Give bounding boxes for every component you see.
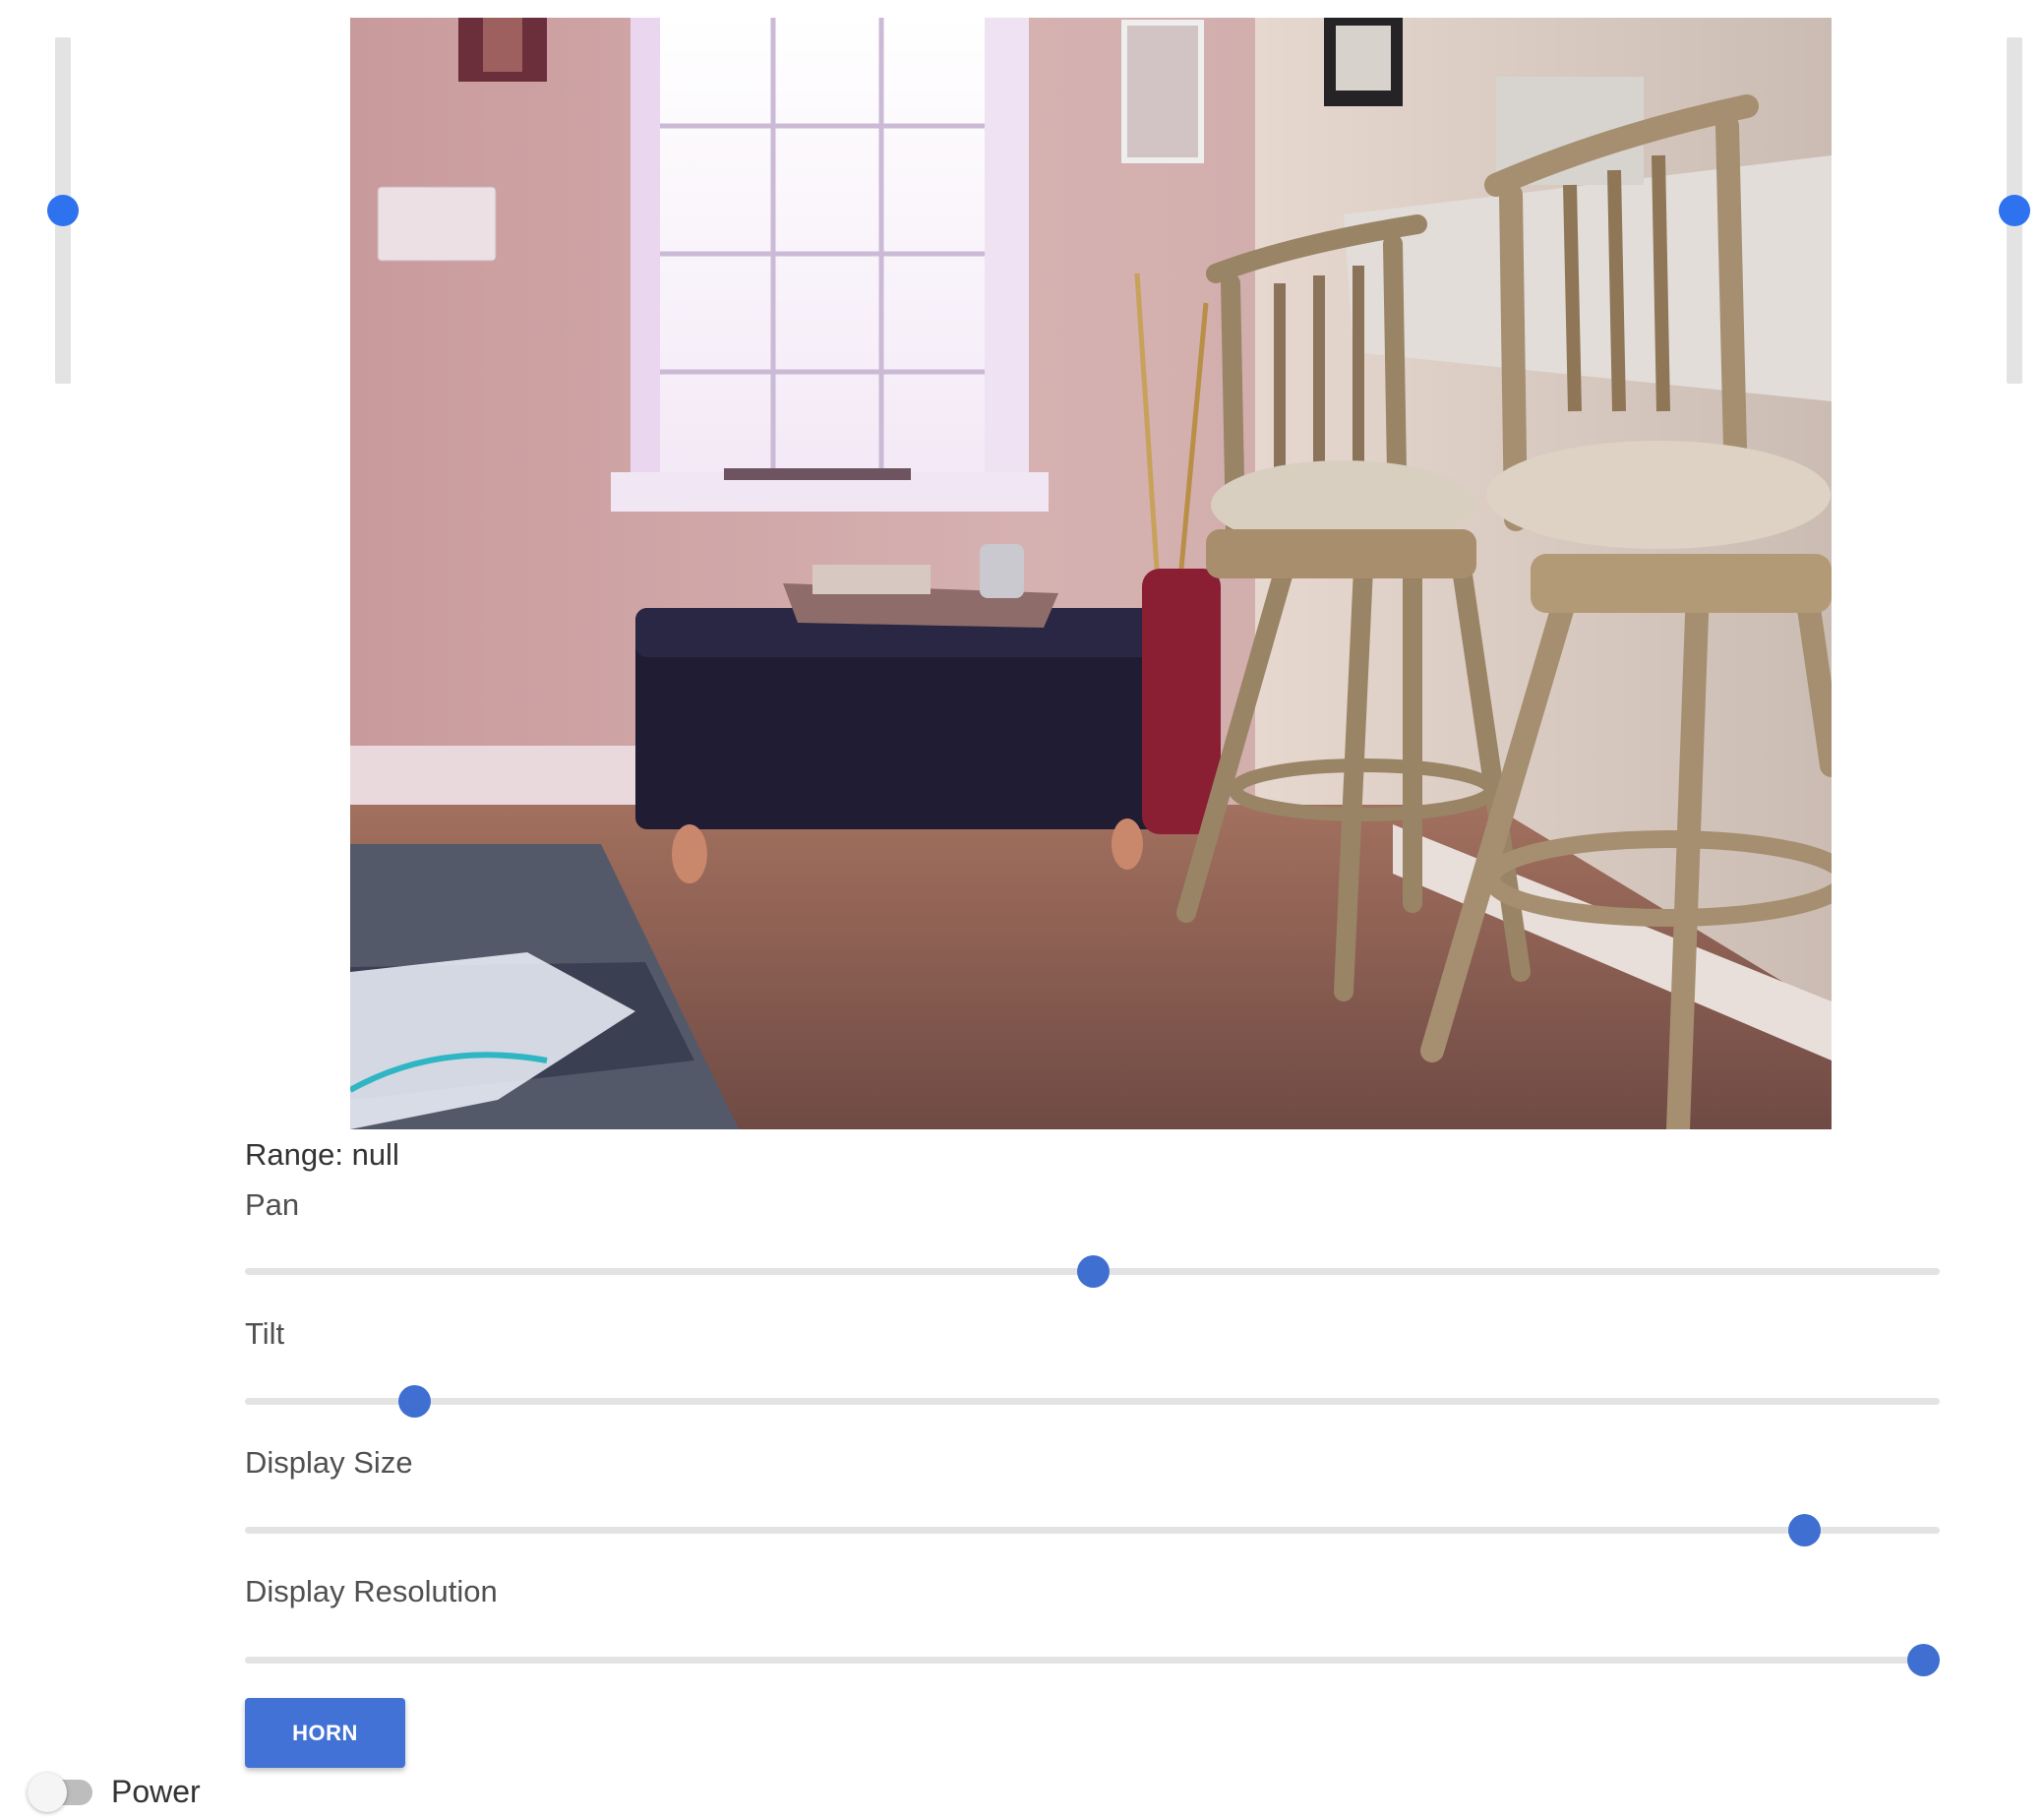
tilt-slider-track xyxy=(245,1398,1940,1405)
display-resolution-label: Display Resolution xyxy=(245,1574,498,1608)
power-toggle[interactable] xyxy=(28,1773,96,1812)
camera-feed-image xyxy=(350,18,1832,1129)
tilt-slider[interactable] xyxy=(245,1383,1940,1419)
tilt-label: Tilt xyxy=(245,1316,285,1351)
right-motor-slider[interactable] xyxy=(1999,37,2030,384)
pan-slider-thumb[interactable] xyxy=(1076,1255,1110,1288)
pan-label: Pan xyxy=(245,1187,300,1222)
range-readout: Range: null xyxy=(245,1137,399,1172)
display-size-slider-thumb[interactable] xyxy=(1788,1514,1822,1546)
tilt-slider-thumb[interactable] xyxy=(398,1385,432,1418)
power-toggle-knob[interactable] xyxy=(28,1773,67,1812)
horn-button[interactable]: HORN xyxy=(245,1698,405,1768)
display-resolution-slider-track xyxy=(245,1657,1940,1664)
pan-slider[interactable] xyxy=(245,1253,1940,1289)
left-motor-thumb[interactable] xyxy=(47,195,79,226)
display-size-slider-track xyxy=(245,1527,1940,1534)
display-size-label: Display Size xyxy=(245,1445,413,1480)
left-motor-slider[interactable] xyxy=(47,37,79,384)
display-size-slider[interactable] xyxy=(245,1512,1940,1547)
display-resolution-slider[interactable] xyxy=(245,1642,1940,1677)
power-label: Power xyxy=(111,1774,201,1809)
right-motor-thumb[interactable] xyxy=(1999,195,2030,226)
display-resolution-slider-thumb[interactable] xyxy=(1906,1644,1940,1676)
